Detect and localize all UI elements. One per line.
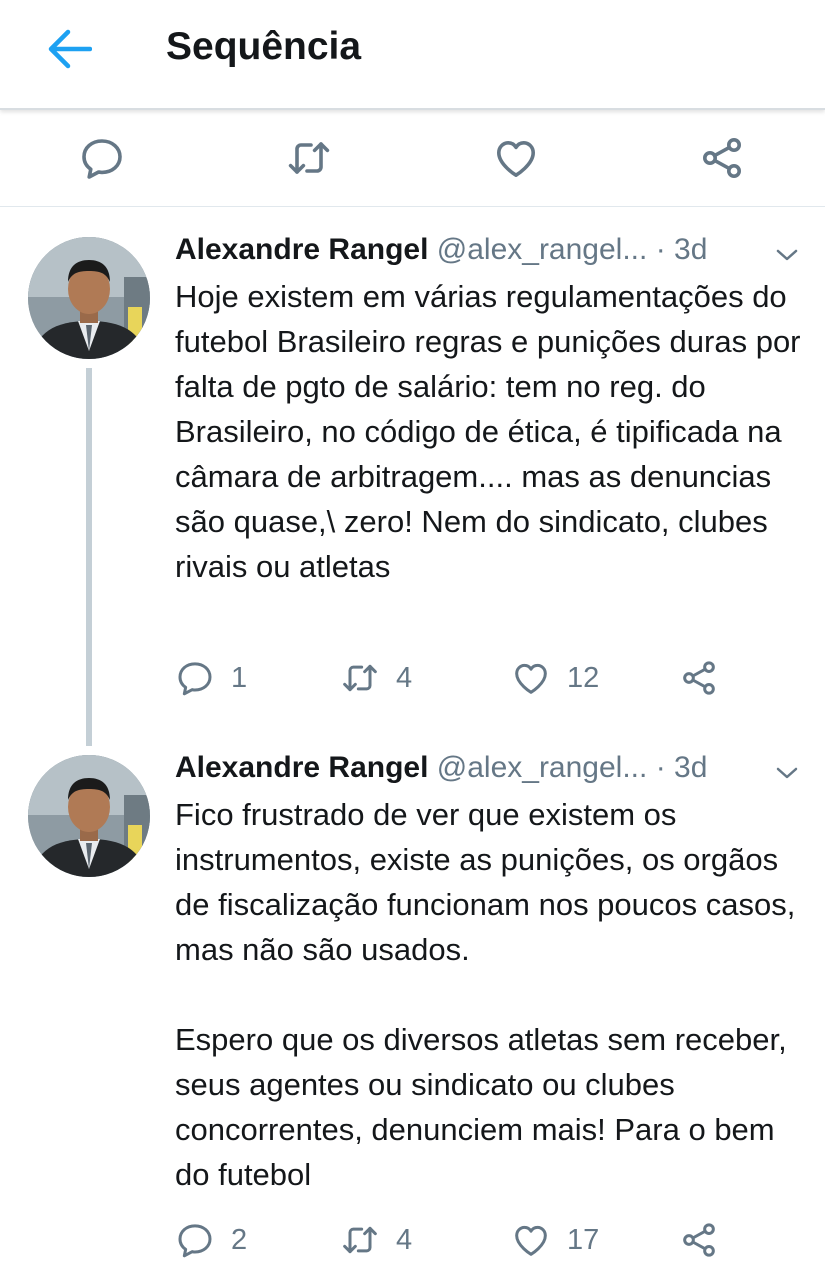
tweet-text: Fico frustrado de ver que existem os ins…	[175, 792, 810, 1197]
share-button[interactable]	[698, 134, 746, 182]
share-icon	[683, 661, 715, 695]
like-count: 12	[567, 661, 600, 694]
share-button[interactable]	[679, 1218, 719, 1262]
reply-button[interactable]: 1	[175, 656, 247, 700]
author-handle[interactable]: @alex_rangel...	[437, 233, 648, 266]
author-handle[interactable]: @alex_rangel...	[437, 751, 648, 784]
like-button[interactable]: 12	[511, 656, 599, 700]
tweet-actions: 2 4 17	[175, 1218, 815, 1262]
share-icon	[683, 1223, 715, 1257]
tweet-paragraph: Espero que os diversos atletas sem receb…	[175, 1022, 787, 1192]
tweet-header: Alexandre Rangel @alex_rangel... · 3d	[175, 750, 707, 786]
reply-icon	[82, 139, 122, 179]
tweet-paragraph: Hoje existem em várias regulamentações d…	[175, 279, 801, 584]
tweet-text: Hoje existem em várias regulamentações d…	[175, 274, 810, 589]
author-name[interactable]: Alexandre Rangel	[175, 751, 428, 784]
reply-button[interactable]: 2	[175, 1218, 247, 1262]
tweet-header: Alexandre Rangel @alex_rangel... · 3d	[175, 232, 707, 268]
like-count: 17	[567, 1223, 600, 1256]
retweet-icon	[343, 664, 377, 692]
avatar[interactable]	[28, 755, 150, 877]
tweet-menu-button[interactable]	[770, 238, 804, 272]
heart-icon	[515, 1225, 547, 1256]
page-title: Sequência	[166, 25, 362, 68]
tweet-menu-button[interactable]	[770, 756, 804, 790]
main-tweet-action-bar	[0, 110, 825, 207]
retweet-button[interactable]: 4	[340, 656, 412, 700]
retweet-icon	[343, 1226, 377, 1254]
tweet-paragraph: Fico frustrado de ver que existem os ins…	[175, 797, 796, 967]
top-bar: Sequência	[0, 0, 825, 110]
arrow-left-icon	[48, 29, 92, 69]
reply-button[interactable]	[78, 134, 126, 182]
share-icon	[702, 138, 742, 178]
like-button[interactable]	[492, 134, 540, 182]
reply-icon	[178, 1224, 212, 1258]
retweet-button[interactable]	[285, 134, 333, 182]
retweet-count: 4	[396, 661, 413, 694]
reply-count: 1	[231, 661, 248, 694]
tweet[interactable]: Alexandre Rangel @alex_rangel... · 3d Ho…	[0, 210, 825, 730]
share-button[interactable]	[679, 656, 719, 700]
heart-icon	[496, 141, 536, 178]
reply-count: 2	[231, 1223, 248, 1256]
retweet-count: 4	[396, 1223, 413, 1256]
author-name[interactable]: Alexandre Rangel	[175, 233, 428, 266]
tweet-actions: 1 4 12	[175, 656, 815, 700]
chevron-down-icon	[776, 249, 798, 261]
retweet-button[interactable]: 4	[340, 1218, 412, 1262]
reply-icon	[178, 662, 212, 696]
retweet-icon	[288, 142, 330, 174]
avatar[interactable]	[28, 237, 150, 359]
heart-icon	[515, 663, 547, 694]
like-button[interactable]: 17	[511, 1218, 599, 1262]
back-button[interactable]	[42, 22, 96, 76]
chevron-down-icon	[776, 767, 798, 779]
timestamp[interactable]: · 3d	[656, 751, 708, 784]
timestamp[interactable]: · 3d	[656, 233, 708, 266]
tweet[interactable]: Alexandre Rangel @alex_rangel... · 3d Fi…	[0, 728, 825, 1280]
